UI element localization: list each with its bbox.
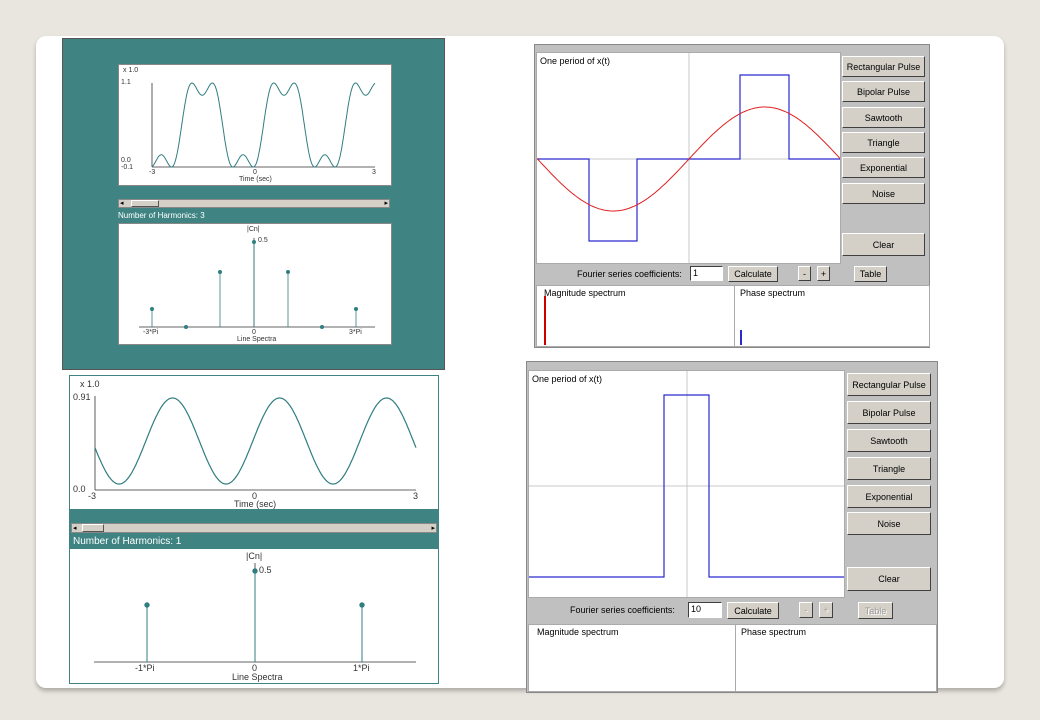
magnitude-spectrum-line xyxy=(544,296,546,345)
x-right-label: 3 xyxy=(372,169,376,176)
noise-button[interactable]: Noise xyxy=(842,183,925,204)
exponential-button[interactable]: Exponential xyxy=(842,157,925,178)
cn-label: |Cn| xyxy=(247,226,260,233)
noise-button-2[interactable]: Noise xyxy=(847,512,931,535)
fourier-series-window-1: One period of x(t) Rectangular Pulse Bip… xyxy=(534,44,930,348)
phase-spectrum-line xyxy=(740,330,742,345)
sawtooth-button[interactable]: Sawtooth xyxy=(842,107,925,128)
cn-peak-label-2: 0.5 xyxy=(259,565,272,575)
x-mid-label: 0 xyxy=(253,169,257,176)
cn-peak-label: 0.5 xyxy=(258,237,268,244)
scroll-thumb-2[interactable] xyxy=(82,524,104,532)
signal-plot-1: One period of x(t) xyxy=(536,52,841,264)
waveform-1-harmonic xyxy=(94,397,417,485)
phase-spectrum-label-2: Phase spectrum xyxy=(741,627,807,637)
fourier-applet-harmonics-1: x 1.0 0.91 0.0 -3 0 3 Time (sec) ◂ ▸ Num… xyxy=(69,375,439,684)
scroll-thumb[interactable] xyxy=(131,200,159,207)
coefficients-input-2[interactable]: 10 xyxy=(688,602,722,618)
plot-title: One period of x(t) xyxy=(540,56,611,66)
spectrum-left-label-2: -1*Pi xyxy=(135,663,155,673)
coefficients-label: Fourier series coefficients: xyxy=(577,269,682,279)
line-spectra-plot: |Cn| 0.5 -3*Pi 0 3*Pi Line Spectra xyxy=(118,223,392,345)
fourier-series-window-2: One period of x(t) Rectangular Pulse Bip… xyxy=(526,361,938,693)
spectrum-right-label: 3*Pi xyxy=(349,329,362,336)
scale-label-2: x 1.0 xyxy=(80,379,100,389)
phase-spectrum-label: Phase spectrum xyxy=(740,288,806,298)
harmonics-bar-2: ◂ ▸ Number of Harmonics: 1 xyxy=(70,509,438,549)
signal-plot-svg-1 xyxy=(537,53,840,263)
harmonics-count-label: Number of Harmonics: 3 xyxy=(118,211,205,220)
magnitude-spectrum-label-2: Magnitude spectrum xyxy=(537,627,619,637)
table-button[interactable]: Table xyxy=(854,266,887,282)
y-top-label-2: 0.91 xyxy=(73,392,91,402)
table-button-2[interactable]: Table xyxy=(858,602,893,619)
scroll-left-arrow[interactable]: ◂ xyxy=(120,200,124,208)
time-plot-svg xyxy=(151,82,376,168)
decrement-button[interactable]: - xyxy=(798,266,811,281)
signal-plot-svg-2 xyxy=(529,371,844,597)
scroll-right-arrow-2[interactable]: ▸ xyxy=(431,525,435,533)
fourier-applet-harmonics-3: x 1.0 1.1 0.0 -0.1 -3 0 3 Time (sec) ◂ ▸… xyxy=(62,38,445,370)
x-axis-title-2: Time (sec) xyxy=(234,499,277,509)
exponential-button-2[interactable]: Exponential xyxy=(847,485,931,508)
y-bot-label-2: 0.0 xyxy=(73,484,86,494)
phase-spectrum-panel: Phase spectrum xyxy=(734,285,930,347)
phase-spectrum-panel-2: Phase spectrum xyxy=(735,624,937,692)
signal-plot-2: One period of x(t) xyxy=(528,370,845,598)
spectrum-axis-title: Line Spectra xyxy=(237,336,277,343)
decrement-button-2[interactable]: - xyxy=(799,602,813,618)
triangle-button[interactable]: Triangle xyxy=(842,132,925,153)
bipolar-pulse-button[interactable]: Bipolar Pulse xyxy=(842,81,925,102)
spectral-lines-2 xyxy=(144,568,365,662)
bipolar-pulse-button-2[interactable]: Bipolar Pulse xyxy=(847,401,931,424)
clear-button[interactable]: Clear xyxy=(842,233,925,256)
spectrum-axis-title-2: Line Spectra xyxy=(232,672,283,682)
spectrum-mid-label: 0 xyxy=(252,329,256,336)
increment-button-2[interactable]: + xyxy=(819,602,833,618)
y-mid-label: 0.0 xyxy=(121,157,131,164)
calculate-button[interactable]: Calculate xyxy=(728,266,778,282)
magnitude-spectrum-panel-2: Magnitude spectrum xyxy=(528,624,736,692)
coefficients-label-2: Fourier series coefficients: xyxy=(570,605,675,615)
scale-label: x 1.0 xyxy=(123,67,139,74)
magnitude-spectrum-label: Magnitude spectrum xyxy=(544,288,626,298)
spectrum-left-label: -3*Pi xyxy=(143,329,159,336)
harmonics-scrollbar-2[interactable]: ◂ ▸ xyxy=(71,523,437,533)
clear-button-2[interactable]: Clear xyxy=(847,567,931,591)
calculate-button-2[interactable]: Calculate xyxy=(727,602,779,619)
y-top-label: 1.1 xyxy=(121,79,131,86)
magnitude-spectrum-panel: Magnitude spectrum xyxy=(536,285,735,347)
cn-label-2: |Cn| xyxy=(246,551,263,561)
x-left-label-2: -3 xyxy=(88,491,97,501)
sawtooth-button-2[interactable]: Sawtooth xyxy=(847,429,931,452)
x-right-label-2: 3 xyxy=(413,491,419,501)
time-plot: x 1.0 1.1 0.0 -0.1 -3 0 3 Time (sec) xyxy=(118,64,392,186)
coefficients-input[interactable]: 1 xyxy=(690,266,723,281)
increment-button[interactable]: + xyxy=(817,266,830,281)
harmonics-scrollbar[interactable]: ◂ ▸ xyxy=(118,199,390,208)
spectral-lines xyxy=(149,239,358,330)
y-bot-label: -0.1 xyxy=(121,164,134,171)
line-spectra-svg xyxy=(139,238,375,330)
plot-title-2: One period of x(t) xyxy=(532,374,603,384)
rectangular-pulse-button-2[interactable]: Rectangular Pulse xyxy=(847,373,931,396)
x-left-label: -3 xyxy=(149,169,156,176)
waveform-3-harmonics xyxy=(151,82,376,168)
x-axis-title: Time (sec) xyxy=(239,176,272,183)
triangle-button-2[interactable]: Triangle xyxy=(847,457,931,480)
time-plot-svg-2 xyxy=(94,396,417,491)
scroll-left-arrow-2[interactable]: ◂ xyxy=(73,525,77,533)
rectangular-pulse-button[interactable]: Rectangular Pulse xyxy=(842,56,925,77)
harmonics-count-label-2: Number of Harmonics: 1 xyxy=(73,536,182,547)
spectrum-right-label-2: 1*Pi xyxy=(353,663,370,673)
scroll-right-arrow[interactable]: ▸ xyxy=(384,200,388,208)
